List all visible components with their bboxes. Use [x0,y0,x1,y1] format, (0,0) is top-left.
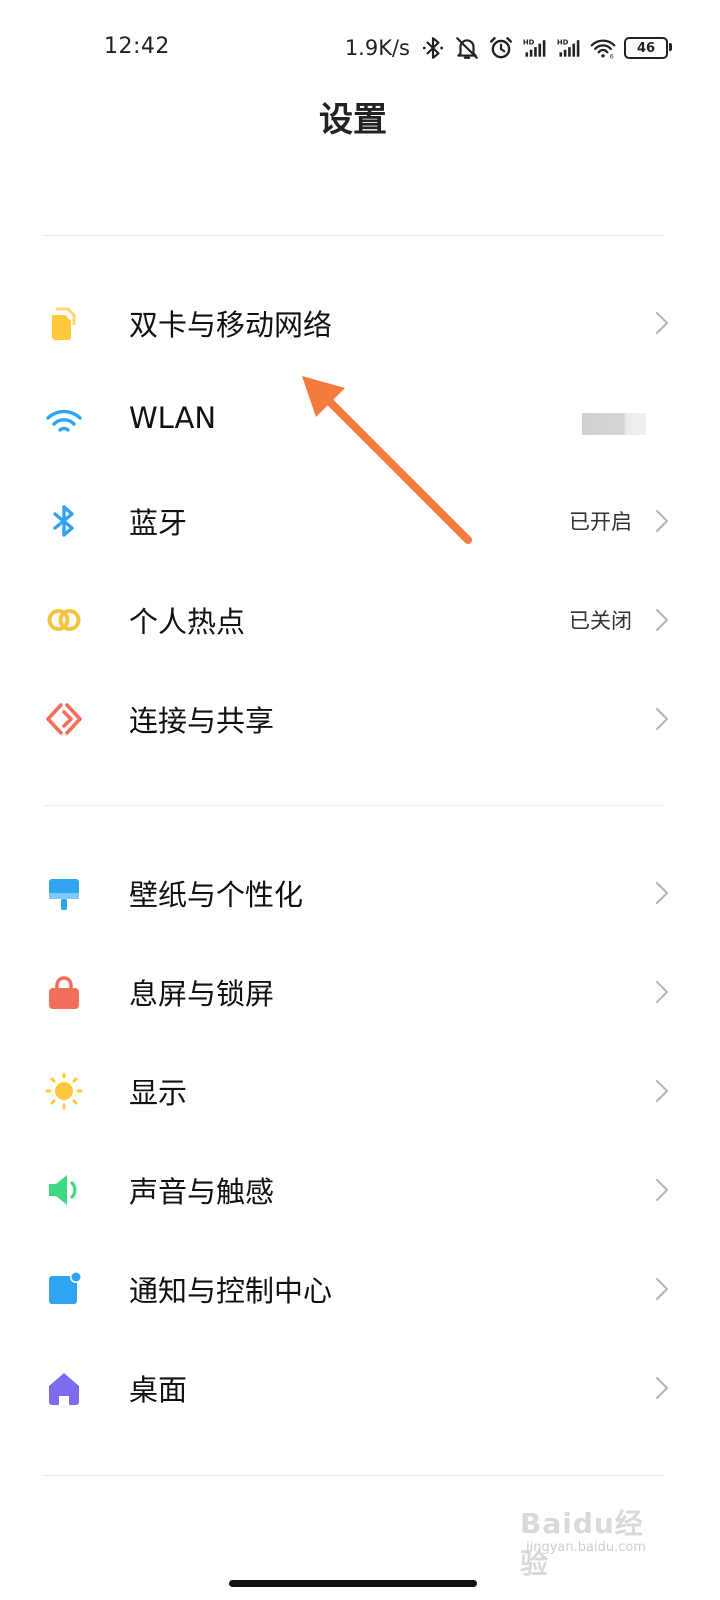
chevron-right-icon [654,508,670,534]
svg-text:HD: HD [523,39,535,47]
battery-icon: 46 [624,37,672,59]
lock-icon [44,972,84,1012]
settings-item-dual-sim[interactable]: 双卡与移动网络 [0,274,720,373]
home-icon [44,1368,84,1408]
mute-icon [454,35,480,61]
settings-item-label: 通知与控制中心 [129,1274,333,1308]
wifi-icon [44,402,84,442]
watermark-url: jingyan.baidu.com [526,1540,646,1555]
net-speed: 1.9K/s [344,36,410,60]
settings-item-sound[interactable]: 声音与触感 [0,1141,720,1240]
chevron-right-icon [654,1375,670,1401]
wlan-network-name-redacted [582,413,646,435]
settings-item-label: 个人热点 [129,605,246,639]
divider [43,805,663,806]
status-time: 12:42 [104,34,170,59]
settings-screen: 12:42 1.9K/s HD HD 6 46 设置 双卡与移动网络 WLAN … [0,0,720,1600]
settings-item-label: 显示 [129,1076,188,1110]
sun-icon [44,1071,84,1111]
chevron-right-icon [654,310,670,336]
settings-item-label: 息屏与锁屏 [129,977,275,1011]
status-text: 已开启 [569,510,632,534]
settings-item-notifications[interactable]: 通知与控制中心 [0,1240,720,1339]
bluetooth-icon [44,501,84,541]
status-bar: 12:42 1.9K/s HD HD 6 46 [0,0,720,96]
watermark-logo: Baidu经验 jingyan.baidu.com [520,1502,670,1580]
settings-item-label: 壁纸与个性化 [129,878,304,912]
notification-icon [44,1269,84,1309]
hd-signal-icon: HD [522,35,548,61]
settings-item-bluetooth[interactable]: 蓝牙 已开启 [0,472,720,571]
chevron-right-icon [654,1177,670,1203]
hd-signal-icon: HD [556,35,582,61]
wifi-icon: 6 [590,35,616,61]
settings-item-home-screen[interactable]: 桌面 [0,1339,720,1438]
settings-item-lockscreen[interactable]: 息屏与锁屏 [0,943,720,1042]
settings-item-connection-share[interactable]: 连接与共享 [0,670,720,769]
status-icons: 1.9K/s HD HD 6 46 [344,34,672,62]
sim-card-icon [44,303,84,343]
settings-item-label: 双卡与移动网络 [129,308,333,342]
page-title: 设置 [319,100,387,140]
bluetooth-icon [420,35,446,61]
chevron-right-icon [654,1276,670,1302]
divider [43,235,663,236]
settings-item-display[interactable]: 显示 [0,1042,720,1141]
settings-item-wallpaper[interactable]: 壁纸与个性化 [0,844,720,943]
settings-item-label: 桌面 [129,1373,188,1407]
settings-item-label: 连接与共享 [129,704,275,738]
chevron-right-icon [654,706,670,732]
wallpaper-brush-icon [44,873,84,913]
divider [43,1475,663,1476]
hotspot-icon [44,600,84,640]
settings-item-label: WLAN [129,401,217,435]
status-text: 已关闭 [569,609,632,633]
chevron-right-icon [654,607,670,633]
settings-item-label: 声音与触感 [129,1175,275,1209]
chevron-right-icon [654,880,670,906]
settings-item-label: 蓝牙 [129,506,188,540]
settings-item-hotspot[interactable]: 个人热点 已关闭 [0,571,720,670]
connection-share-icon [44,699,84,739]
settings-item-wlan[interactable]: WLAN [0,373,720,472]
home-indicator[interactable] [229,1580,477,1587]
chevron-right-icon [654,979,670,1005]
svg-text:HD: HD [557,39,569,47]
chevron-right-icon [654,1078,670,1104]
alarm-icon [488,35,514,61]
speaker-icon [44,1170,84,1210]
svg-text:6: 6 [610,53,614,60]
